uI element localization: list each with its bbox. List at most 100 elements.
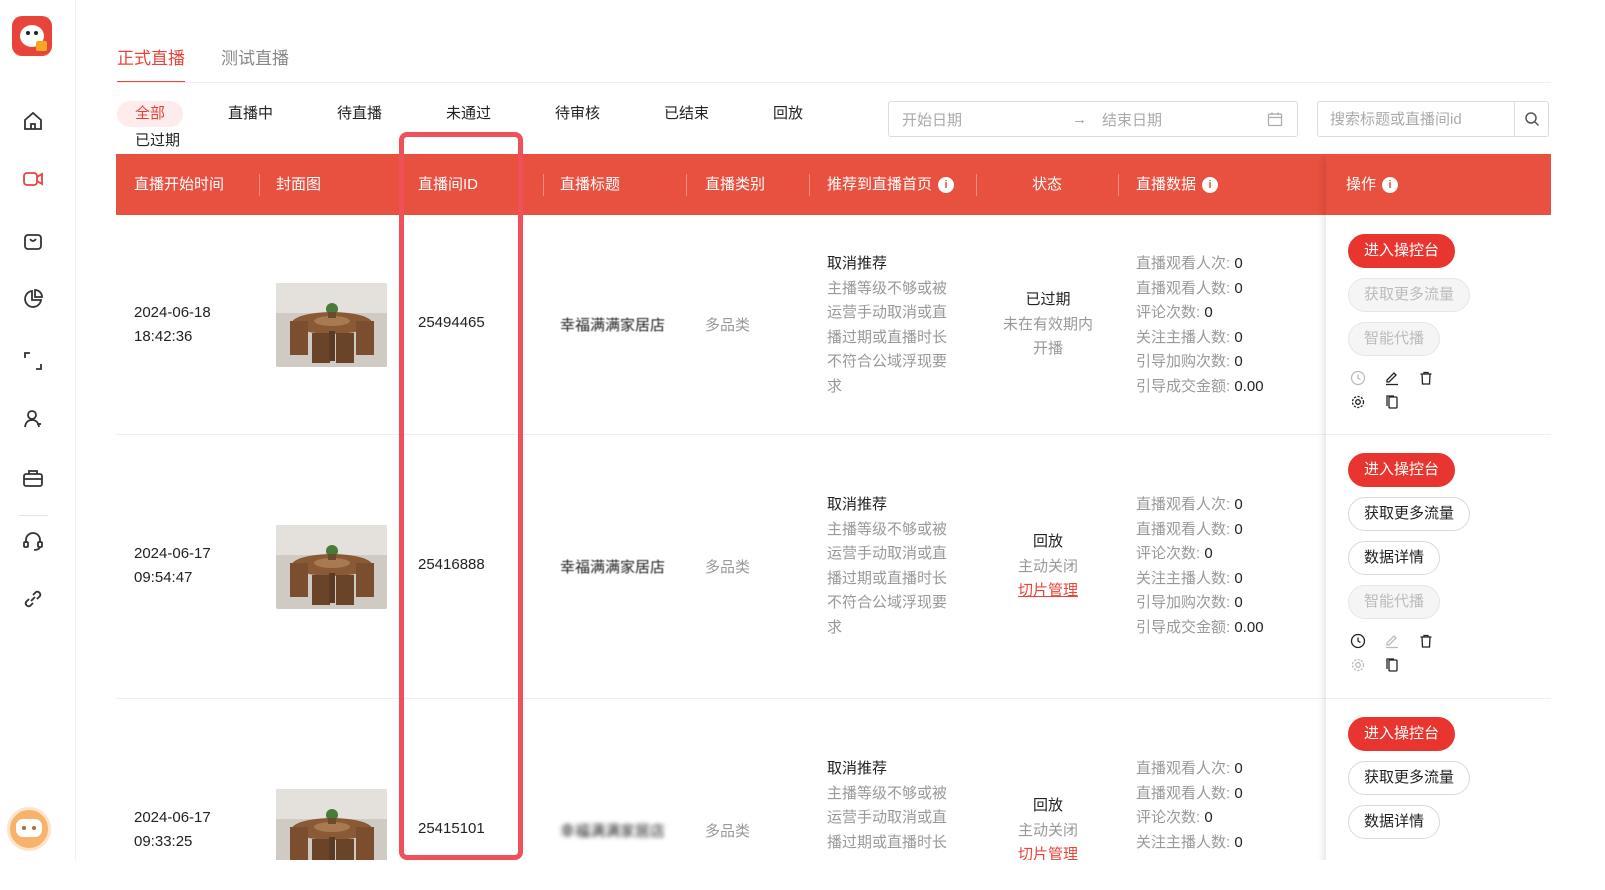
sidebar (0, 0, 76, 890)
recommend-desc-line: 求 (827, 618, 843, 636)
col-title-label: 直播标题 (560, 176, 621, 193)
cover-image[interactable] (276, 525, 387, 609)
live-data: 直播观看人次: 0 直播观看人数: 0 评论次数: 0 关注主播人数: 0 引导… (1136, 493, 1264, 640)
clock-icon[interactable] (1350, 633, 1366, 649)
data-value: 0 (1234, 520, 1243, 538)
start-date-placeholder[interactable]: 开始日期 (902, 109, 1072, 130)
edit-icon[interactable] (1384, 633, 1400, 649)
col-live-data: 直播数据 i (1136, 154, 1219, 215)
start-date: 2024-06-17 (134, 545, 211, 562)
live-video-icon[interactable] (20, 166, 46, 192)
get-more-traffic-button[interactable]: 获取更多流量 (1348, 761, 1471, 795)
recommend-desc-line: 主播等级不够或被 (827, 520, 948, 538)
data-details-button[interactable]: 数据详情 (1348, 541, 1441, 575)
date-range-picker[interactable]: 开始日期 → 结束日期 (888, 101, 1298, 137)
data-value: 0 (1234, 255, 1243, 272)
data-label: 直播观看人数: (1136, 520, 1231, 538)
filter-ended[interactable]: 已结束 (664, 101, 709, 127)
data-value: 0 (1234, 594, 1243, 611)
shopping-bag-icon[interactable] (20, 228, 46, 254)
recommend-desc-line: 播过期或直播时长 (827, 569, 948, 587)
col-category-label: 直播类别 (705, 176, 766, 193)
recommend-desc-line: 不符合公域浮现要 (827, 594, 948, 611)
status-main: 回放 (1032, 797, 1063, 814)
user-icon[interactable] (20, 406, 46, 432)
pie-chart-icon[interactable] (20, 286, 46, 312)
headset-icon[interactable] (20, 528, 46, 554)
tab-formal-live[interactable]: 正式直播 (117, 44, 185, 83)
range-arrow: → (1072, 110, 1087, 128)
table-row: 2024-06-18 18:42:36 25494465 幸福满满家居店 多品类… (116, 215, 1551, 435)
data-value: 0 (1204, 809, 1213, 826)
status-sub: 主动关闭 (1017, 821, 1078, 839)
end-date-placeholder[interactable]: 结束日期 (1102, 109, 1262, 130)
scan-icon[interactable] (20, 348, 46, 374)
clip-management-link[interactable]: 切片管理 (986, 579, 1110, 604)
start-time: 2024-06-17 09:54:47 (134, 542, 211, 590)
smart-broadcast-button[interactable]: 智能代播 (1348, 585, 1441, 619)
filter-live[interactable]: 直播中 (228, 101, 273, 127)
info-icon[interactable]: i (938, 176, 955, 193)
enter-console-button[interactable]: 进入操控台 (1348, 234, 1456, 268)
col-room-id: 直播间ID (418, 154, 478, 215)
search-input[interactable] (1318, 102, 1514, 136)
recommend-title: 取消推荐 (827, 496, 888, 513)
search-box (1317, 101, 1549, 137)
data-label: 直播观看人数: (1136, 279, 1231, 297)
room-id: 25416888 (418, 556, 485, 573)
info-icon[interactable]: i (1202, 176, 1219, 193)
live-data: 直播观看人次: 0 直播观看人数: 0 评论次数: 0 关注主播人数: 0 引导… (1136, 252, 1264, 399)
data-value: 0 (1234, 760, 1243, 777)
home-icon[interactable] (20, 108, 46, 134)
settings-icon[interactable] (1350, 657, 1366, 673)
data-label: 引导加购次数: (1136, 353, 1231, 370)
recommend-title: 取消推荐 (827, 255, 888, 272)
status-sub: 未在有效期内 (1002, 315, 1093, 333)
get-more-traffic-button[interactable]: 获取更多流量 (1348, 497, 1471, 531)
edit-icon[interactable] (1384, 370, 1400, 386)
assistant-bot-icon[interactable] (7, 807, 51, 851)
data-label: 直播观看人数: (1136, 784, 1231, 802)
info-icon[interactable]: i (1382, 176, 1399, 193)
row-actions: 进入操控台 获取更多流量 智能代播 (1348, 234, 1471, 414)
col-live-data-label: 直播数据 (1136, 176, 1197, 193)
trash-icon[interactable] (1418, 370, 1434, 386)
col-actions-label: 操作 (1346, 176, 1377, 193)
tabs-divider (116, 82, 1551, 83)
filter-rejected[interactable]: 未通过 (446, 101, 491, 127)
filter-expired[interactable]: 已过期 (135, 128, 180, 154)
enter-console-button[interactable]: 进入操控台 (1348, 717, 1456, 751)
smart-broadcast-button[interactable]: 智能代播 (1348, 322, 1441, 356)
room-id: 25415101 (418, 820, 485, 837)
calendar-icon (1267, 112, 1283, 127)
clock-icon[interactable] (1350, 370, 1366, 386)
enter-console-button[interactable]: 进入操控台 (1348, 453, 1456, 487)
cover-image[interactable] (276, 283, 387, 367)
recommend-desc-line: 主播等级不够或被 (827, 784, 948, 802)
data-details-button[interactable]: 数据详情 (1348, 805, 1441, 839)
col-actions: 操作 i (1346, 154, 1399, 215)
col-recommend: 推荐到直播首页 i (827, 154, 955, 215)
settings-icon[interactable] (1350, 394, 1366, 410)
tab-test-live[interactable]: 测试直播 (221, 44, 289, 83)
copy-icon[interactable] (1384, 657, 1400, 673)
live-title: 幸福满满家居店 (560, 556, 665, 577)
data-label: 评论次数: (1136, 545, 1201, 562)
app-logo[interactable] (12, 16, 52, 56)
trash-icon[interactable] (1418, 633, 1434, 649)
filter-upcoming[interactable]: 待直播 (337, 101, 382, 127)
recommend-info: 取消推荐 主播等级不够或被 运营手动取消或直 播过期或直播时长 不符合公域浮现要… (827, 252, 957, 399)
copy-icon[interactable] (1384, 394, 1400, 410)
get-more-traffic-button[interactable]: 获取更多流量 (1348, 278, 1471, 312)
link-icon[interactable] (20, 586, 46, 612)
toolbox-icon[interactable] (20, 465, 46, 491)
data-label: 关注主播人数: (1136, 328, 1231, 346)
filter-pending-review[interactable]: 待审核 (555, 101, 600, 127)
search-button[interactable] (1514, 102, 1548, 136)
filter-all[interactable]: 全部 (117, 101, 184, 127)
recommend-desc-line: 运营手动取消或直 (827, 545, 948, 562)
data-value: 0.00 (1234, 618, 1264, 636)
recommend-desc-line: 播过期或直播时长 (827, 833, 948, 851)
recommend-info: 取消推荐 主播等级不够或被 运营手动取消或直 播过期或直播时长 不符合公域浮现要… (827, 493, 957, 640)
filter-replay[interactable]: 回放 (773, 101, 803, 127)
